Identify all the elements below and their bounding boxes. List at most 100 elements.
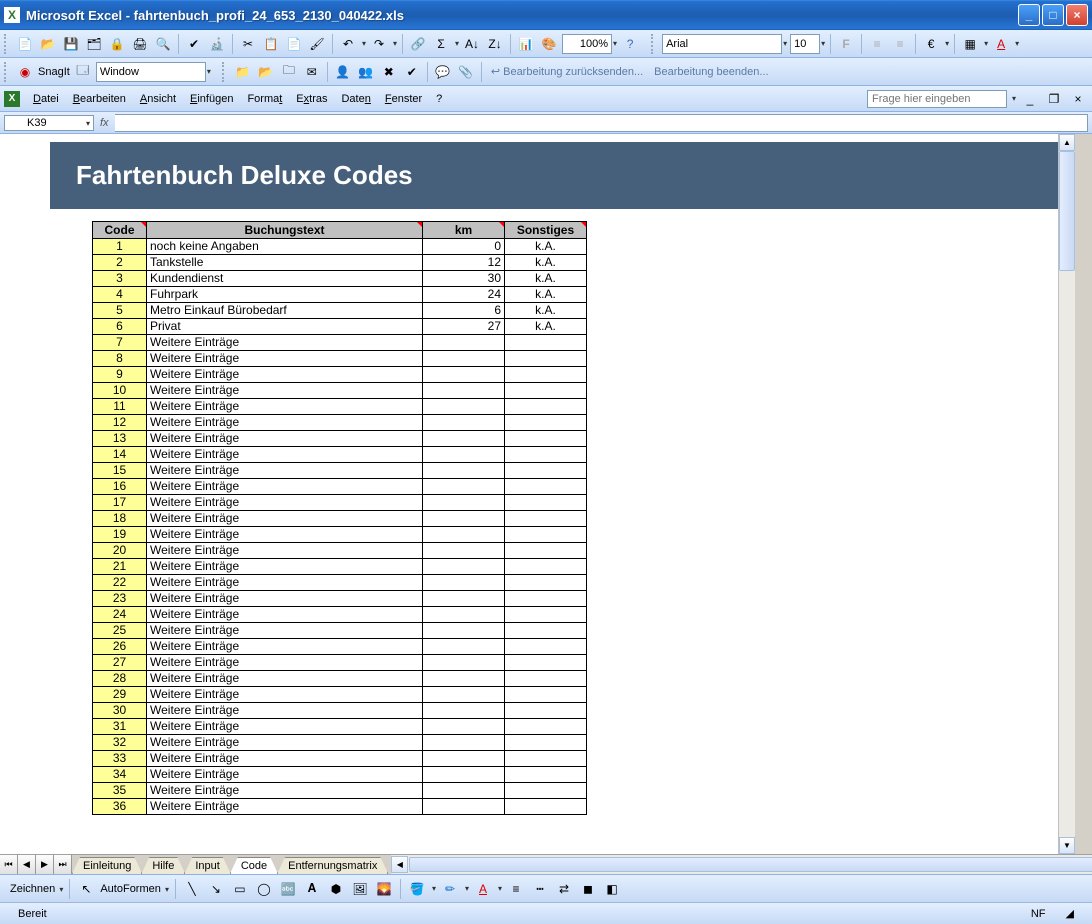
table-row[interactable]: 7Weitere Einträge <box>93 335 587 351</box>
3d-icon[interactable]: ◧ <box>602 879 622 899</box>
cell-text[interactable]: Weitere Einträge <box>147 687 423 703</box>
align-left-icon[interactable]: ≡ <box>867 34 887 54</box>
align-center-icon[interactable]: ≡ <box>890 34 910 54</box>
cell-code[interactable]: 15 <box>93 463 147 479</box>
cell-other[interactable] <box>505 463 587 479</box>
cell-other[interactable] <box>505 351 587 367</box>
hscroll-thumb[interactable] <box>409 857 1092 872</box>
cell-code[interactable]: 6 <box>93 319 147 335</box>
print-preview-icon[interactable]: 🔍 <box>153 34 173 54</box>
table-row[interactable]: 16Weitere Einträge <box>93 479 587 495</box>
workbook-icon[interactable]: X <box>4 91 20 107</box>
cell-other[interactable]: k.A. <box>505 303 587 319</box>
hyperlink-icon[interactable]: 🔗 <box>408 34 428 54</box>
table-row[interactable]: 28Weitere Einträge <box>93 671 587 687</box>
cell-other[interactable] <box>505 687 587 703</box>
cell-code[interactable]: 16 <box>93 479 147 495</box>
help-search-input[interactable] <box>867 90 1007 108</box>
cell-text[interactable]: Weitere Einträge <box>147 655 423 671</box>
new-icon[interactable]: 📄 <box>15 34 35 54</box>
scroll-thumb[interactable] <box>1059 151 1075 271</box>
spell-icon[interactable]: ✔ <box>184 34 204 54</box>
cell-text[interactable]: Fuhrpark <box>147 287 423 303</box>
paste-icon[interactable]: 📄 <box>284 34 304 54</box>
cell-text[interactable]: Weitere Einträge <box>147 671 423 687</box>
table-row[interactable]: 36Weitere Einträge <box>93 799 587 815</box>
table-row[interactable]: 5Metro Einkauf Bürobedarf6k.A. <box>93 303 587 319</box>
table-row[interactable]: 3Kundendienst30k.A. <box>93 271 587 287</box>
cell-text[interactable]: Weitere Einträge <box>147 479 423 495</box>
cell-text[interactable]: Weitere Einträge <box>147 351 423 367</box>
rev-reject-icon[interactable]: ✖ <box>379 62 399 82</box>
cell-other[interactable] <box>505 751 587 767</box>
cell-text[interactable]: Weitere Einträge <box>147 399 423 415</box>
table-row[interactable]: 30Weitere Einträge <box>93 703 587 719</box>
tab-first-button[interactable]: ⏮ <box>0 855 18 874</box>
arrow-style-icon[interactable]: ⇄ <box>554 879 574 899</box>
cell-code[interactable]: 33 <box>93 751 147 767</box>
header-other[interactable]: Sonstiges <box>505 222 587 239</box>
cell-text[interactable]: Weitere Einträge <box>147 703 423 719</box>
open-icon[interactable]: 📂 <box>38 34 58 54</box>
header-text[interactable]: Buchungstext <box>147 222 423 239</box>
cell-km[interactable] <box>423 511 505 527</box>
cell-code[interactable]: 18 <box>93 511 147 527</box>
font-size-combo[interactable] <box>790 34 820 54</box>
scroll-up-button[interactable]: ▲ <box>1059 134 1075 151</box>
cell-km[interactable] <box>423 751 505 767</box>
cell-other[interactable] <box>505 479 587 495</box>
cell-code[interactable]: 9 <box>93 367 147 383</box>
review-send-back-button[interactable]: ↩ Bearbeitung zurücksenden... <box>487 65 647 78</box>
cell-km[interactable] <box>423 415 505 431</box>
cell-code[interactable]: 5 <box>93 303 147 319</box>
rev-user-icon[interactable]: 👤 <box>333 62 353 82</box>
cell-km[interactable] <box>423 383 505 399</box>
cell-code[interactable]: 25 <box>93 623 147 639</box>
hscroll-left-button[interactable]: ◀ <box>391 856 408 873</box>
rev-users-icon[interactable]: 👥 <box>356 62 376 82</box>
cell-text[interactable]: Weitere Einträge <box>147 719 423 735</box>
cell-other[interactable] <box>505 495 587 511</box>
borders-icon[interactable]: ▦ <box>960 34 980 54</box>
cell-code[interactable]: 11 <box>93 399 147 415</box>
font-color-icon[interactable]: A <box>473 879 493 899</box>
table-row[interactable]: 2Tankstelle12k.A. <box>93 255 587 271</box>
cell-km[interactable]: 24 <box>423 287 505 303</box>
cell-text[interactable]: Weitere Einträge <box>147 543 423 559</box>
menu-ansicht[interactable]: AnsichtAnsicht <box>133 90 183 108</box>
tab-prev-button[interactable]: ◀ <box>18 855 36 874</box>
drawing-icon[interactable]: 🎨 <box>539 34 559 54</box>
table-row[interactable]: 22Weitere Einträge <box>93 575 587 591</box>
cell-other[interactable] <box>505 799 587 815</box>
sheet-tab-einleitung[interactable]: Einleitung <box>72 857 142 874</box>
line-style-icon[interactable]: ≡ <box>506 879 526 899</box>
cell-km[interactable] <box>423 351 505 367</box>
draw-menu[interactable]: Zeichnen ▾ <box>10 883 63 895</box>
arrow-icon[interactable]: ↘ <box>206 879 226 899</box>
cell-km[interactable] <box>423 447 505 463</box>
header-km[interactable]: km <box>423 222 505 239</box>
format-painter-icon[interactable]: 🖌 <box>307 34 327 54</box>
formula-input[interactable] <box>115 114 1088 132</box>
cell-code[interactable]: 3 <box>93 271 147 287</box>
table-row[interactable]: 6Privat27k.A. <box>93 319 587 335</box>
cell-other[interactable] <box>505 623 587 639</box>
table-row[interactable]: 33Weitere Einträge <box>93 751 587 767</box>
rectangle-icon[interactable]: ▭ <box>230 879 250 899</box>
rev-folder-icon[interactable]: 🗀 <box>279 62 299 82</box>
sheet-tab-input[interactable]: Input <box>184 857 230 874</box>
cell-other[interactable] <box>505 431 587 447</box>
oval-icon[interactable]: ◯ <box>254 879 274 899</box>
sheet-tab-hilfe[interactable]: Hilfe <box>141 857 185 874</box>
cell-code[interactable]: 28 <box>93 671 147 687</box>
rev-new-icon[interactable]: 📁 <box>233 62 253 82</box>
cell-code[interactable]: 14 <box>93 447 147 463</box>
cell-km[interactable] <box>423 399 505 415</box>
table-row[interactable]: 31Weitere Einträge <box>93 719 587 735</box>
table-row[interactable]: 21Weitere Einträge <box>93 559 587 575</box>
tab-last-button[interactable]: ⏭ <box>54 855 72 874</box>
sheet-tab-entfernungsmatrix[interactable]: Entfernungsmatrix <box>277 857 388 874</box>
table-row[interactable]: 35Weitere Einträge <box>93 783 587 799</box>
cell-code[interactable]: 12 <box>93 415 147 431</box>
cell-text[interactable]: Weitere Einträge <box>147 575 423 591</box>
